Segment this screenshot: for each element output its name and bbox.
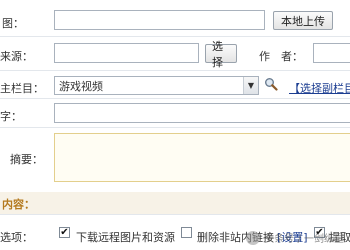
main-category-select[interactable]: 游戏视频 ▼ bbox=[54, 76, 259, 95]
choose-source-button[interactable]: 选择 bbox=[205, 40, 237, 69]
content-section-title: 内容： bbox=[2, 198, 35, 211]
source-label: 来源： bbox=[0, 50, 33, 63]
download-remote-label: 下载远程图片和资源 bbox=[76, 231, 175, 244]
magnifier-icon[interactable] bbox=[264, 77, 278, 91]
select-secondary-category-link[interactable]: 【选择副栏目 bbox=[289, 80, 350, 96]
row-divider bbox=[0, 214, 350, 215]
row-divider bbox=[0, 98, 350, 99]
watermark-logo-icon bbox=[246, 230, 261, 245]
image-label: 图： bbox=[2, 17, 24, 30]
author-label: 作 者： bbox=[259, 50, 303, 63]
main-category-label: 主栏目： bbox=[0, 82, 44, 95]
chevron-down-icon[interactable]: ▼ bbox=[243, 77, 258, 94]
keywords-label: 字： bbox=[0, 110, 22, 123]
source-input[interactable] bbox=[54, 43, 199, 63]
row-divider bbox=[0, 70, 350, 71]
watermark-text: 头条号 / 一剑纵星 bbox=[264, 234, 344, 245]
content-section-header: 内容： bbox=[0, 192, 350, 214]
author-input[interactable] bbox=[313, 43, 350, 63]
main-category-value: 游戏视频 bbox=[59, 79, 103, 93]
summary-label: 摘要： bbox=[10, 153, 43, 166]
remove-external-links-checkbox[interactable] bbox=[181, 227, 192, 238]
keywords-input[interactable] bbox=[54, 103, 350, 123]
download-remote-checkbox[interactable]: ✔ bbox=[59, 227, 70, 238]
row-divider bbox=[0, 127, 350, 128]
summary-textarea[interactable] bbox=[54, 133, 350, 182]
options-label: 选项： bbox=[0, 231, 33, 244]
image-path-input[interactable] bbox=[54, 10, 265, 30]
watermark: 头条号 / 一剑纵星 bbox=[246, 230, 344, 245]
local-upload-button[interactable]: 本地上传 bbox=[273, 11, 333, 30]
row-divider bbox=[0, 36, 350, 37]
